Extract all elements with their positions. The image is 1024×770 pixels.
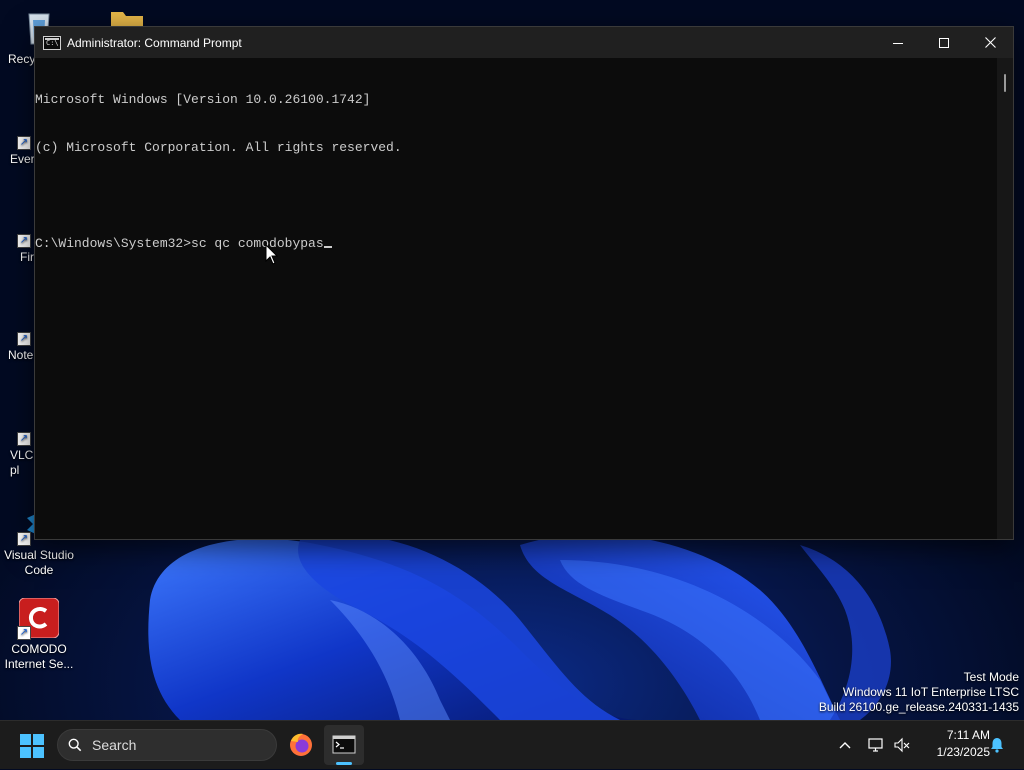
network-status-button[interactable] [864,721,888,769]
console-line: Microsoft Windows [Version 10.0.26100.17… [35,92,371,107]
text-cursor [323,246,332,248]
mouse-pointer-icon [265,244,279,265]
taskbar-clock[interactable]: 7:11 AM 1/23/2025 [916,727,990,761]
console-output[interactable]: Microsoft Windows [Version 10.0.26100.17… [35,58,997,539]
cmd-icon: C:\ [43,35,61,50]
show-hidden-icons-button[interactable] [834,721,856,769]
shortcut-arrow-icon: ↗ [17,332,31,346]
desktop-icon-comodo[interactable]: ↗ COMODO Internet Se... [0,597,78,672]
comodo-icon: ↗ [17,597,60,640]
desktop-icon-label: Visual Studio Code [4,548,74,577]
bell-icon [991,738,1003,753]
network-icon [868,738,883,752]
minimize-icon [893,42,903,44]
console-command: C:\Windows\System32>sc qc comodobypas [35,236,324,251]
window-title: Administrator: Command Prompt [67,35,242,50]
volume-button[interactable] [890,721,914,769]
active-window-indicator [336,762,352,765]
maximize-button[interactable] [921,27,967,58]
shortcut-arrow-icon: ↗ [17,136,31,150]
shortcut-arrow-icon: ↗ [17,532,31,546]
scrollbar-thumb[interactable] [1004,74,1006,92]
shortcut-arrow-icon: ↗ [17,432,31,446]
clock-time: 7:11 AM [946,728,990,742]
notifications-button[interactable] [986,721,1008,769]
close-button[interactable] [967,27,1013,58]
maximize-icon [939,37,949,48]
vertical-scrollbar[interactable] [997,58,1013,539]
windows-logo-icon [20,734,31,745]
taskbar: Search 7:11 AM 1/23/2025 [0,720,1024,769]
shortcut-arrow-icon: ↗ [17,234,31,248]
console-line: (c) Microsoft Corporation. All rights re… [35,140,402,155]
minimize-button[interactable] [875,27,921,58]
taskbar-terminal-button[interactable] [324,725,364,765]
command-prompt-window[interactable]: C:\ Administrator: Command Prompt Micros… [34,26,1014,540]
clock-date: 1/23/2025 [936,745,990,759]
chevron-up-icon [839,742,851,749]
test-mode-watermark: Test Mode Windows 11 IoT Enterprise LTSC… [818,670,1019,714]
start-button[interactable] [20,734,44,758]
console-prompt-line[interactable]: C:\Windows\System32>sc qc comodobypas [35,236,997,252]
shortcut-arrow-icon: ↗ [17,626,31,640]
search-placeholder: Search [92,737,137,753]
window-titlebar[interactable]: C:\ Administrator: Command Prompt [35,27,1013,58]
terminal-icon [332,735,356,754]
firefox-icon [290,733,312,756]
close-icon [984,37,996,48]
search-icon [68,738,82,752]
taskbar-firefox-button[interactable] [281,725,321,765]
taskbar-search-box[interactable]: Search [57,729,277,761]
volume-muted-icon [894,737,910,753]
desktop-icon-label: COMODO Internet Se... [4,642,74,671]
